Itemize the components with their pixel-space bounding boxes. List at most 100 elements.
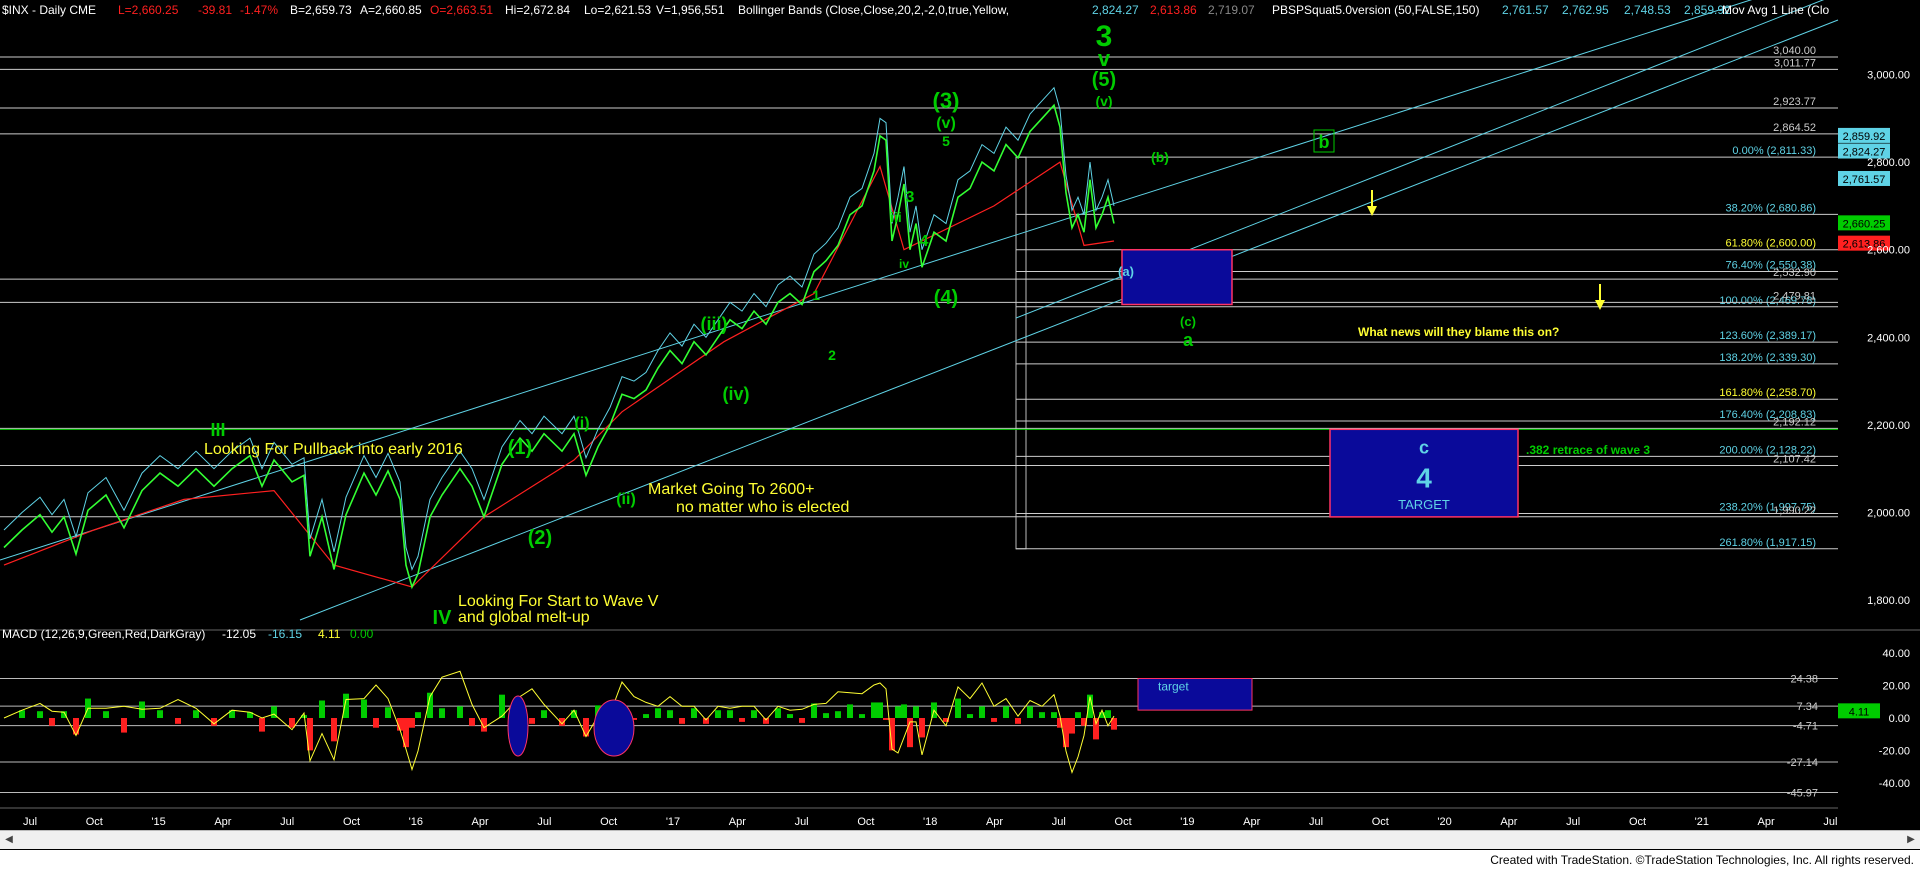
x-tick-label: Jul [23, 816, 37, 828]
chart-note: Looking For Pullback into early 2016 [204, 441, 463, 458]
macd-y-tick: 40.00 [1882, 648, 1910, 660]
macd-histogram-bar [343, 693, 349, 718]
macd-histogram-bar [37, 711, 43, 718]
level-label: 2,107.42 [1773, 453, 1816, 465]
x-tick-label: Jul [1052, 816, 1066, 828]
x-tick-label: Jul [537, 816, 551, 828]
header-bollinger: Bollinger Bands (Close,Close,20,2,-2,0,t… [738, 3, 1009, 17]
chart-note: What news will they blame this on? [1358, 325, 1559, 339]
channel-upper [0, 0, 1753, 561]
macd-histogram-bar [787, 714, 793, 718]
horizontal-scrollbar[interactable]: ◀ ▶ [0, 830, 1920, 849]
macd-histogram-bar [175, 718, 181, 724]
fib-label: 138.20% (2,339.30) [1719, 352, 1816, 364]
macd-histogram-bar [799, 718, 805, 723]
x-tick-label: Oct [1372, 816, 1389, 828]
macd-histogram-bar [739, 718, 745, 722]
y-tick-label: 1,800.00 [1867, 595, 1910, 607]
macd-histogram-bar [259, 718, 265, 732]
trend-channels [0, 0, 1839, 621]
scroll-left-icon[interactable]: ◀ [2, 833, 16, 847]
x-tick-label: Apr [214, 816, 231, 828]
fib-frame [1015, 156, 1027, 550]
header-bb-lower: 2,613.86 [1150, 3, 1197, 17]
wave-label: (1) [508, 437, 532, 459]
chart-note: no matter who is elected [676, 499, 849, 516]
header-bb-mid: 2,719.07 [1208, 3, 1255, 17]
macd-histogram-bar [691, 708, 697, 718]
x-tick-label: Jul [1309, 816, 1323, 828]
bollinger-upper-band [3, 86, 1115, 571]
x-tick-label: '19 [1180, 816, 1194, 828]
macd-histogram-bar [361, 699, 367, 718]
x-tick-label: Apr [1758, 816, 1775, 828]
header-last: L=2,660.25 [118, 3, 179, 17]
wave-label: (c) [1180, 314, 1196, 329]
target-label: TARGET [1398, 497, 1450, 512]
chart-note: Looking For Start to Wave V [458, 593, 659, 610]
macd-histogram-bar [643, 714, 649, 718]
macd-histogram-bar [901, 704, 907, 718]
level-label: 2,923.77 [1773, 96, 1816, 108]
wave-label: (4) [934, 287, 958, 309]
target-boxes: c 4 TARGET [1121, 248, 1519, 518]
macd-level-label: 24.38 [1790, 674, 1818, 686]
target-box-a [1121, 248, 1233, 306]
macd-panel: 24.38 7.34 -4.71 -27.14 -45.97 40.00 20.00 0.00… [0, 648, 1910, 809]
macd-histogram-bar [1075, 712, 1081, 718]
wave-label: v [1098, 46, 1111, 71]
macd-histogram-bar [49, 718, 55, 726]
x-tick-label: '17 [666, 816, 680, 828]
y-tick-label: 2,400.00 [1867, 332, 1910, 344]
x-tick-label: '16 [409, 816, 423, 828]
wave-label: (a) [1118, 264, 1134, 279]
price-tag: 2,761.57 [1843, 174, 1886, 186]
level-label: 3,040.00 [1773, 45, 1816, 57]
macd-histogram-bar [763, 718, 769, 724]
macd-histogram-bar [331, 718, 337, 742]
macd-histogram-bar [715, 710, 721, 718]
header-pct: -1.47% [240, 3, 278, 17]
wave-label: 5 [942, 133, 950, 149]
chart-note: and global melt-up [458, 609, 590, 626]
macd-y-tick: 0.00 [1889, 713, 1910, 725]
x-tick-label: Oct [343, 816, 360, 828]
macd-histogram-bar [1063, 718, 1069, 748]
wave-label: (i) [574, 415, 589, 432]
target-wave-label: c [1419, 437, 1429, 457]
macd-histogram-bar [385, 707, 391, 718]
macd-histogram-bar [991, 718, 997, 722]
wave-label: (iv) [723, 384, 750, 404]
macd-histogram-bar [529, 718, 535, 724]
scroll-right-icon[interactable]: ▶ [1904, 833, 1918, 847]
header-indicator: PBSPSquat5.0version (50,FALSE,150) [1272, 3, 1479, 17]
x-tick-label: Apr [986, 816, 1003, 828]
macd-label: MACD (12,26,9,Green,Red,DarkGray) [2, 627, 205, 641]
level-label: 3,011.77 [1774, 57, 1816, 69]
wave-label: 3 [906, 189, 915, 206]
macd-highlight-oval [593, 699, 635, 757]
wave-annotations: 3v(5)(v)(3)(v)534iiiiv(4)(b)(a)(c)ab(iii… [204, 20, 1650, 629]
macd-histogram-bar [1039, 712, 1045, 718]
chart-header: $INX - Daily CME L=2,660.25 -39.81 -1.47… [2, 3, 1829, 17]
x-tick-label: Apr [729, 816, 746, 828]
header-symbol: $INX - Daily CME [2, 3, 96, 17]
wave-label: IV [433, 607, 453, 629]
wave-label: (v) [1095, 93, 1112, 109]
y-tick-label: 2,600.00 [1867, 245, 1910, 257]
wave-label: (5) [1092, 69, 1116, 91]
macd-histogram-bar [859, 714, 865, 718]
fib-label: 61.80% (2,600.00) [1725, 238, 1816, 250]
macd-header: MACD (12,26,9,Green,Red,DarkGray) -12.05… [2, 627, 374, 641]
macd-histogram-bar [103, 711, 109, 718]
wave-label: iii [890, 209, 902, 225]
macd-target-box [1137, 678, 1253, 711]
macd-y-tick: -40.00 [1879, 778, 1910, 790]
macd-histogram-bar [667, 710, 673, 718]
macd-histogram-bar [439, 708, 445, 718]
x-tick-label: Jul [1566, 816, 1580, 828]
macd-value-3: 4.11 [318, 627, 341, 641]
x-tick-label: Oct [1115, 816, 1132, 828]
header-ind-val-1: 2,761.57 [1502, 3, 1549, 17]
macd-level-label: -4.71 [1793, 721, 1818, 733]
